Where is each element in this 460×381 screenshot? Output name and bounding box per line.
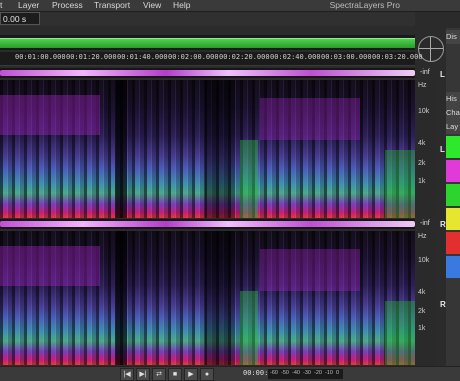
layer-color-swatch[interactable] — [446, 208, 460, 230]
channel-label-left-top: L — [440, 70, 445, 79]
meter-label: -10 — [325, 370, 333, 376]
waveform-shape — [0, 221, 415, 227]
skip-forward-button[interactable]: ▶| — [136, 368, 150, 381]
menu-edit[interactable]: t — [0, 0, 2, 11]
freq-tick: 2k — [418, 160, 426, 167]
overview-range[interactable] — [0, 38, 415, 48]
time-ruler[interactable]: 00:01:00.000 00:01:20.000 00:01:40.000 0… — [0, 52, 423, 66]
freq-tick: 10k — [418, 257, 430, 264]
channel-label-right-top: R — [440, 220, 446, 229]
tab-channels[interactable]: Cha — [446, 106, 460, 120]
channel-label-left: L — [440, 145, 445, 154]
meter-label: 0 — [336, 370, 340, 376]
menu-help[interactable]: Help — [173, 0, 190, 11]
level-readout-right: -inf — [420, 220, 430, 227]
frequency-axis-left: Hz 10k 4k 2k 1k — [415, 80, 437, 218]
spectrogram-left[interactable] — [0, 80, 415, 218]
side-panel: Dis His Cha Lay — [446, 28, 460, 380]
freq-tick: 4k — [418, 289, 426, 296]
meter-label: -40 — [292, 370, 300, 376]
layer-color-swatch[interactable] — [446, 136, 460, 158]
layer-color-swatch[interactable] — [446, 160, 460, 182]
freq-tick: 1k — [418, 178, 426, 185]
skip-back-button[interactable]: |◀ — [120, 368, 134, 381]
spectrogram-right[interactable] — [0, 231, 415, 365]
layer-color-swatch[interactable] — [446, 232, 460, 254]
menu-view[interactable]: View — [143, 0, 161, 11]
overview-panel[interactable] — [0, 35, 415, 50]
freq-tick: 4k — [418, 140, 426, 147]
ruler-tick: 00:02:00.000 — [168, 53, 219, 61]
menu-layer[interactable]: Layer — [18, 0, 39, 11]
app-title: SpectraLayers Pro — [329, 0, 400, 10]
record-button[interactable]: ● — [200, 368, 214, 381]
tab-display[interactable]: Dis — [446, 30, 460, 44]
freq-tick: 1k — [418, 325, 426, 332]
menu-transport[interactable]: Transport — [94, 0, 130, 11]
ruler-tick: 00:02:40.000 — [270, 53, 321, 61]
time-field[interactable]: 0.00 s — [0, 12, 40, 25]
ruler-tick: 00:01:20.000 — [66, 53, 117, 61]
layer-color-swatch[interactable] — [446, 184, 460, 206]
level-readout-left: -inf — [420, 69, 430, 76]
loop-button[interactable]: ⇄ — [152, 368, 166, 381]
play-button[interactable]: ▶ — [184, 368, 198, 381]
ruler-tick: 00:03:00.000 — [321, 53, 372, 61]
freq-tick: 10k — [418, 108, 430, 115]
channel-label-right: R — [440, 300, 446, 309]
freq-tick: 2k — [418, 308, 426, 315]
tab-history[interactable]: His — [446, 92, 460, 106]
ruler-tick: 00:03:20.000 — [372, 53, 423, 61]
hz-label: Hz — [418, 82, 427, 89]
meter-label: -50 — [281, 370, 289, 376]
tab-layers[interactable]: Lay — [446, 120, 460, 134]
hz-label: Hz — [418, 233, 427, 240]
stop-button[interactable]: ■ — [168, 368, 182, 381]
ruler-tick: 00:01:40.000 — [117, 53, 168, 61]
menu-process[interactable]: Process — [52, 0, 83, 11]
layer-color-swatch[interactable] — [446, 256, 460, 278]
menu-bar: t Layer Process Transport View Help Spec… — [0, 0, 460, 12]
meter-label: -60 — [270, 370, 278, 376]
level-meter: -60 -50 -40 -30 -20 -10 0 — [268, 369, 343, 379]
meter-label: -30 — [303, 370, 311, 376]
waveform-left[interactable] — [0, 68, 415, 78]
waveform-shape — [0, 70, 415, 76]
ruler-tick: 00:02:20.000 — [219, 53, 270, 61]
meter-label: -20 — [314, 370, 322, 376]
transport-bar: |◀ ▶| ⇄ ■ ▶ ● 00:00:00.000 -60 -50 -40 -… — [0, 366, 460, 381]
toolbar — [0, 12, 415, 26]
waveform-right[interactable] — [0, 219, 415, 229]
frequency-axis-right: Hz 10k 4k 2k 1k — [415, 231, 437, 365]
ruler-tick: 00:01:00.000 — [15, 53, 66, 61]
